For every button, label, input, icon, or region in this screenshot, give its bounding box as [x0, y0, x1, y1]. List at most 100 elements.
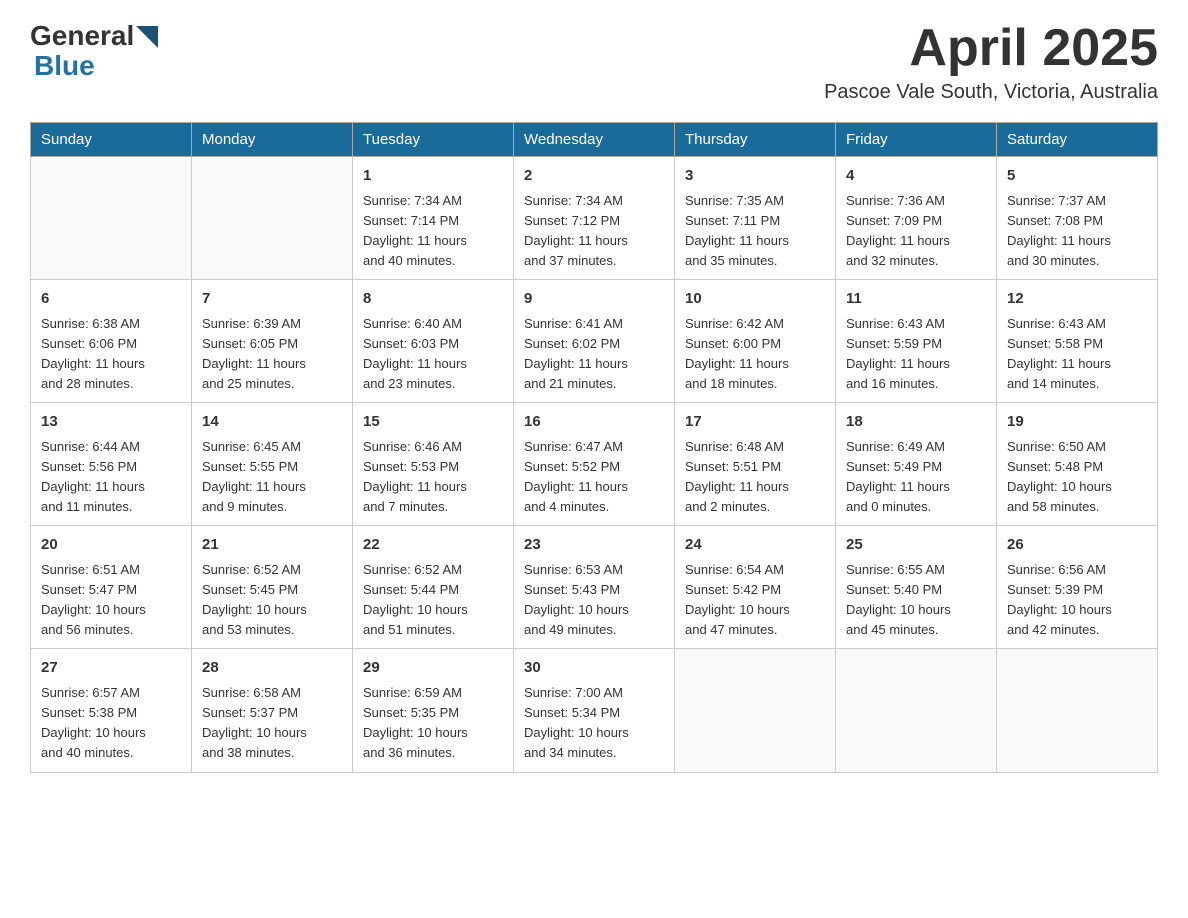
calendar-cell: 15 Sunrise: 6:46 AM Sunset: 5:53 PM Dayli… [353, 403, 514, 526]
day-number: 5 [1007, 165, 1147, 188]
calendar-cell [997, 649, 1158, 772]
calendar-cell: 13 Sunrise: 6:44 AM Sunset: 5:56 PM Dayli… [31, 403, 192, 526]
day-info: Sunrise: 6:56 AM Sunset: 5:39 PM Dayligh… [1007, 560, 1147, 641]
logo-general-text: General [30, 20, 134, 52]
calendar-cell [836, 649, 997, 772]
day-number: 25 [846, 534, 986, 557]
day-info: Sunrise: 7:36 AM Sunset: 7:09 PM Dayligh… [846, 191, 986, 272]
day-info: Sunrise: 7:34 AM Sunset: 7:14 PM Dayligh… [363, 191, 503, 272]
day-info: Sunrise: 6:58 AM Sunset: 5:37 PM Dayligh… [202, 683, 342, 764]
calendar-week-row: 1 Sunrise: 7:34 AM Sunset: 7:14 PM Daylig… [31, 157, 1158, 280]
calendar-cell [31, 157, 192, 280]
calendar-cell: 25Sunrise: 6:55 AM Sunset: 5:40 PM Dayli… [836, 526, 997, 649]
title-area: April 2025 Pascoe Vale South, Victoria, … [824, 20, 1158, 104]
calendar-day-header: Thursday [675, 123, 836, 157]
calendar-cell: 3 Sunrise: 7:35 AM Sunset: 7:11 PM Daylig… [675, 157, 836, 280]
page-title: April 2025 [824, 20, 1158, 77]
day-info: Sunrise: 6:42 AM Sunset: 6:00 PM Dayligh… [685, 314, 825, 395]
day-info: Sunrise: 6:52 AM Sunset: 5:45 PM Dayligh… [202, 560, 342, 641]
calendar-cell: 21 Sunrise: 6:52 AM Sunset: 5:45 PM Dayli… [192, 526, 353, 649]
calendar-cell: 26 Sunrise: 6:56 AM Sunset: 5:39 PM Dayli… [997, 526, 1158, 649]
calendar-day-header: Saturday [997, 123, 1158, 157]
day-info: Sunrise: 7:34 AM Sunset: 7:12 PM Dayligh… [524, 191, 664, 272]
day-info: Sunrise: 7:37 AM Sunset: 7:08 PM Dayligh… [1007, 191, 1147, 272]
day-number: 6 [41, 288, 181, 311]
day-info: Sunrise: 6:45 AM Sunset: 5:55 PM Dayligh… [202, 437, 342, 518]
calendar-cell: 17Sunrise: 6:48 AM Sunset: 5:51 PM Dayli… [675, 403, 836, 526]
day-info: Sunrise: 6:51 AM Sunset: 5:47 PM Dayligh… [41, 560, 181, 641]
day-number: 8 [363, 288, 503, 311]
calendar-cell: 14 Sunrise: 6:45 AM Sunset: 5:55 PM Dayli… [192, 403, 353, 526]
calendar-cell: 7Sunrise: 6:39 AM Sunset: 6:05 PM Daylig… [192, 280, 353, 403]
calendar-cell [192, 157, 353, 280]
day-number: 23 [524, 534, 664, 557]
calendar-cell: 29Sunrise: 6:59 AM Sunset: 5:35 PM Dayli… [353, 649, 514, 772]
day-number: 19 [1007, 411, 1147, 434]
day-info: Sunrise: 6:47 AM Sunset: 5:52 PM Dayligh… [524, 437, 664, 518]
day-info: Sunrise: 6:43 AM Sunset: 5:59 PM Dayligh… [846, 314, 986, 395]
day-info: Sunrise: 6:52 AM Sunset: 5:44 PM Dayligh… [363, 560, 503, 641]
day-number: 27 [41, 657, 181, 680]
day-number: 16 [524, 411, 664, 434]
calendar-cell: 2 Sunrise: 7:34 AM Sunset: 7:12 PM Daylig… [514, 157, 675, 280]
day-number: 11 [846, 288, 986, 311]
day-info: Sunrise: 6:49 AM Sunset: 5:49 PM Dayligh… [846, 437, 986, 518]
day-info: Sunrise: 7:00 AM Sunset: 5:34 PM Dayligh… [524, 683, 664, 764]
calendar-week-row: 20 Sunrise: 6:51 AM Sunset: 5:47 PM Dayli… [31, 526, 1158, 649]
calendar-cell: 16 Sunrise: 6:47 AM Sunset: 5:52 PM Dayli… [514, 403, 675, 526]
calendar-cell: 28 Sunrise: 6:58 AM Sunset: 5:37 PM Dayli… [192, 649, 353, 772]
calendar-cell: 1 Sunrise: 7:34 AM Sunset: 7:14 PM Daylig… [353, 157, 514, 280]
day-number: 26 [1007, 534, 1147, 557]
day-number: 14 [202, 411, 342, 434]
calendar-day-header: Wednesday [514, 123, 675, 157]
calendar-cell: 4 Sunrise: 7:36 AM Sunset: 7:09 PM Daylig… [836, 157, 997, 280]
day-info: Sunrise: 7:35 AM Sunset: 7:11 PM Dayligh… [685, 191, 825, 272]
day-info: Sunrise: 6:38 AM Sunset: 6:06 PM Dayligh… [41, 314, 181, 395]
page-subtitle: Pascoe Vale South, Victoria, Australia [824, 81, 1158, 104]
calendar-cell: 8Sunrise: 6:40 AM Sunset: 6:03 PM Daylig… [353, 280, 514, 403]
day-info: Sunrise: 6:46 AM Sunset: 5:53 PM Dayligh… [363, 437, 503, 518]
day-number: 10 [685, 288, 825, 311]
logo-blue-text: Blue [34, 50, 158, 82]
day-number: 28 [202, 657, 342, 680]
logo: General Blue [30, 20, 158, 82]
calendar-cell: 24Sunrise: 6:54 AM Sunset: 5:42 PM Dayli… [675, 526, 836, 649]
calendar-cell: 12 Sunrise: 6:43 AM Sunset: 5:58 PM Dayli… [997, 280, 1158, 403]
day-number: 9 [524, 288, 664, 311]
calendar-day-header: Sunday [31, 123, 192, 157]
day-number: 2 [524, 165, 664, 188]
calendar-cell: 6 Sunrise: 6:38 AM Sunset: 6:06 PM Daylig… [31, 280, 192, 403]
day-number: 15 [363, 411, 503, 434]
day-info: Sunrise: 6:48 AM Sunset: 5:51 PM Dayligh… [685, 437, 825, 518]
day-number: 18 [846, 411, 986, 434]
calendar-week-row: 13 Sunrise: 6:44 AM Sunset: 5:56 PM Dayli… [31, 403, 1158, 526]
day-number: 21 [202, 534, 342, 557]
logo-triangle-icon [136, 26, 158, 48]
day-info: Sunrise: 6:59 AM Sunset: 5:35 PM Dayligh… [363, 683, 503, 764]
calendar-cell: 11 Sunrise: 6:43 AM Sunset: 5:59 PM Dayli… [836, 280, 997, 403]
calendar-cell: 20 Sunrise: 6:51 AM Sunset: 5:47 PM Dayli… [31, 526, 192, 649]
day-number: 24 [685, 534, 825, 557]
calendar-cell: 30Sunrise: 7:00 AM Sunset: 5:34 PM Dayli… [514, 649, 675, 772]
calendar-day-header: Tuesday [353, 123, 514, 157]
calendar-header-row: SundayMondayTuesdayWednesdayThursdayFrid… [31, 123, 1158, 157]
day-info: Sunrise: 6:44 AM Sunset: 5:56 PM Dayligh… [41, 437, 181, 518]
page-header: General Blue April 2025 Pascoe Vale Sout… [30, 20, 1158, 104]
day-number: 1 [363, 165, 503, 188]
calendar-day-header: Friday [836, 123, 997, 157]
day-number: 13 [41, 411, 181, 434]
day-number: 3 [685, 165, 825, 188]
calendar-cell: 22Sunrise: 6:52 AM Sunset: 5:44 PM Dayli… [353, 526, 514, 649]
calendar-table: SundayMondayTuesdayWednesdayThursdayFrid… [30, 122, 1158, 772]
calendar-cell: 27Sunrise: 6:57 AM Sunset: 5:38 PM Dayli… [31, 649, 192, 772]
calendar-day-header: Monday [192, 123, 353, 157]
day-number: 20 [41, 534, 181, 557]
calendar-week-row: 6 Sunrise: 6:38 AM Sunset: 6:06 PM Daylig… [31, 280, 1158, 403]
calendar-cell: 18 Sunrise: 6:49 AM Sunset: 5:49 PM Dayli… [836, 403, 997, 526]
calendar-cell: 9Sunrise: 6:41 AM Sunset: 6:02 PM Daylig… [514, 280, 675, 403]
day-number: 4 [846, 165, 986, 188]
day-number: 12 [1007, 288, 1147, 311]
day-info: Sunrise: 6:43 AM Sunset: 5:58 PM Dayligh… [1007, 314, 1147, 395]
calendar-cell: 23Sunrise: 6:53 AM Sunset: 5:43 PM Dayli… [514, 526, 675, 649]
calendar-cell [675, 649, 836, 772]
